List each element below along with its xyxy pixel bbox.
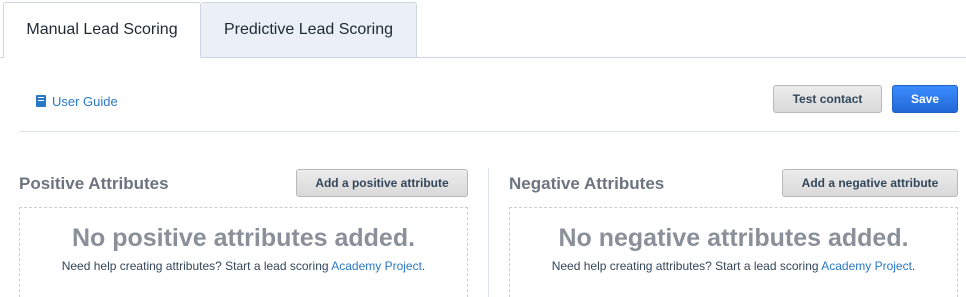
negative-attributes-title: Negative Attributes — [509, 174, 665, 193]
column-divider — [488, 168, 489, 297]
user-guide-link[interactable]: User Guide — [36, 92, 118, 110]
negative-help-text: Need help creating attributes? Start a l… — [510, 259, 957, 273]
user-guide-label: User Guide — [52, 93, 118, 109]
tab-predictive-lead-scoring[interactable]: Predictive Lead Scoring — [201, 2, 417, 58]
positive-academy-project-link[interactable]: Academy Project — [331, 259, 422, 273]
positive-empty-title: No positive attributes added. — [71, 224, 416, 252]
negative-attributes-empty-state: No negative attributes added. Need help … — [509, 207, 958, 297]
book-icon — [36, 95, 46, 107]
tab-manual-lead-scoring[interactable]: Manual Lead Scoring — [3, 2, 201, 58]
lead-scoring-page: Manual Lead Scoring Predictive Lead Scor… — [0, 0, 966, 297]
negative-help-suffix: . — [911, 259, 916, 273]
add-positive-attribute-button[interactable]: Add a positive attribute — [296, 169, 468, 197]
tab-bar: Manual Lead Scoring Predictive Lead Scor… — [0, 0, 966, 58]
save-button[interactable]: Save — [892, 85, 958, 113]
negative-help-prefix: Need help creating attributes? Start a l… — [551, 259, 819, 273]
toolbar-divider — [19, 131, 959, 132]
negative-academy-project-link[interactable]: Academy Project — [821, 259, 912, 273]
positive-help-prefix: Need help creating attributes? Start a l… — [61, 259, 329, 273]
positive-help-suffix: . — [421, 259, 426, 273]
test-contact-button[interactable]: Test contact — [773, 85, 882, 113]
positive-attributes-empty-state: No positive attributes added. Need help … — [19, 207, 468, 297]
add-negative-attribute-button[interactable]: Add a negative attribute — [782, 169, 958, 197]
positive-help-text: Need help creating attributes? Start a l… — [20, 259, 467, 273]
negative-empty-title: No negative attributes added. — [558, 224, 909, 252]
positive-attributes-title: Positive Attributes — [19, 174, 169, 193]
